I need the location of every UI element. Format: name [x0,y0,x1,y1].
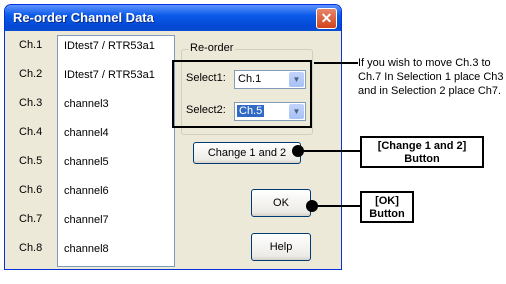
title-bar[interactable]: Re-order Channel Data ✕ [5,5,341,31]
change-1-and-2-button[interactable]: Change 1 and 2 [193,142,301,164]
list-item[interactable]: channel8 [64,243,109,255]
reorder-dialog: Re-order Channel Data ✕ Ch.1 Ch.2 Ch.3 C… [4,4,342,270]
change-callout: [Change 1 and 2] Button [360,136,484,168]
channel-label: Ch.8 [19,242,43,254]
reorder-group-label: Re-order [188,42,236,54]
instruction-note: If you wish to move Ch.3 to Ch.7 In Sele… [358,57,504,97]
channel-list[interactable]: IDtest7 / RTR53a1 IDtest7 / RTR53a1 chan… [57,35,175,267]
connector-line [314,62,358,64]
list-item[interactable]: channel3 [64,98,109,110]
list-item[interactable]: channel7 [64,214,109,226]
ok-button[interactable]: OK [251,189,311,217]
list-item[interactable]: channel5 [64,156,109,168]
list-item[interactable]: channel4 [64,127,109,139]
channel-label: Ch.5 [19,155,43,167]
channel-label: Ch.1 [19,39,43,51]
channel-label: Ch.7 [19,213,43,225]
change-callout-subtitle: Button [404,153,440,165]
list-item[interactable]: IDtest7 / RTR53a1 [64,69,155,81]
ok-callout-subtitle: Button [369,208,405,220]
channel-label: Ch.2 [19,68,43,80]
channel-label: Ch.3 [19,97,43,109]
connector-line [302,150,360,152]
change-callout-title: [Change 1 and 2] [377,140,467,152]
channel-label: Ch.6 [19,184,43,196]
dialog-title: Re-order Channel Data [13,10,154,25]
list-item[interactable]: channel6 [64,185,109,197]
channel-label: Ch.4 [19,126,43,138]
ok-callout: [OK] Button [360,191,414,223]
ok-callout-title: [OK] [375,195,399,207]
close-icon[interactable]: ✕ [316,8,337,29]
connector-line [316,205,360,207]
list-item[interactable]: IDtest7 / RTR53a1 [64,40,155,52]
select-highlight-box [172,60,312,128]
help-button[interactable]: Help [251,233,311,261]
